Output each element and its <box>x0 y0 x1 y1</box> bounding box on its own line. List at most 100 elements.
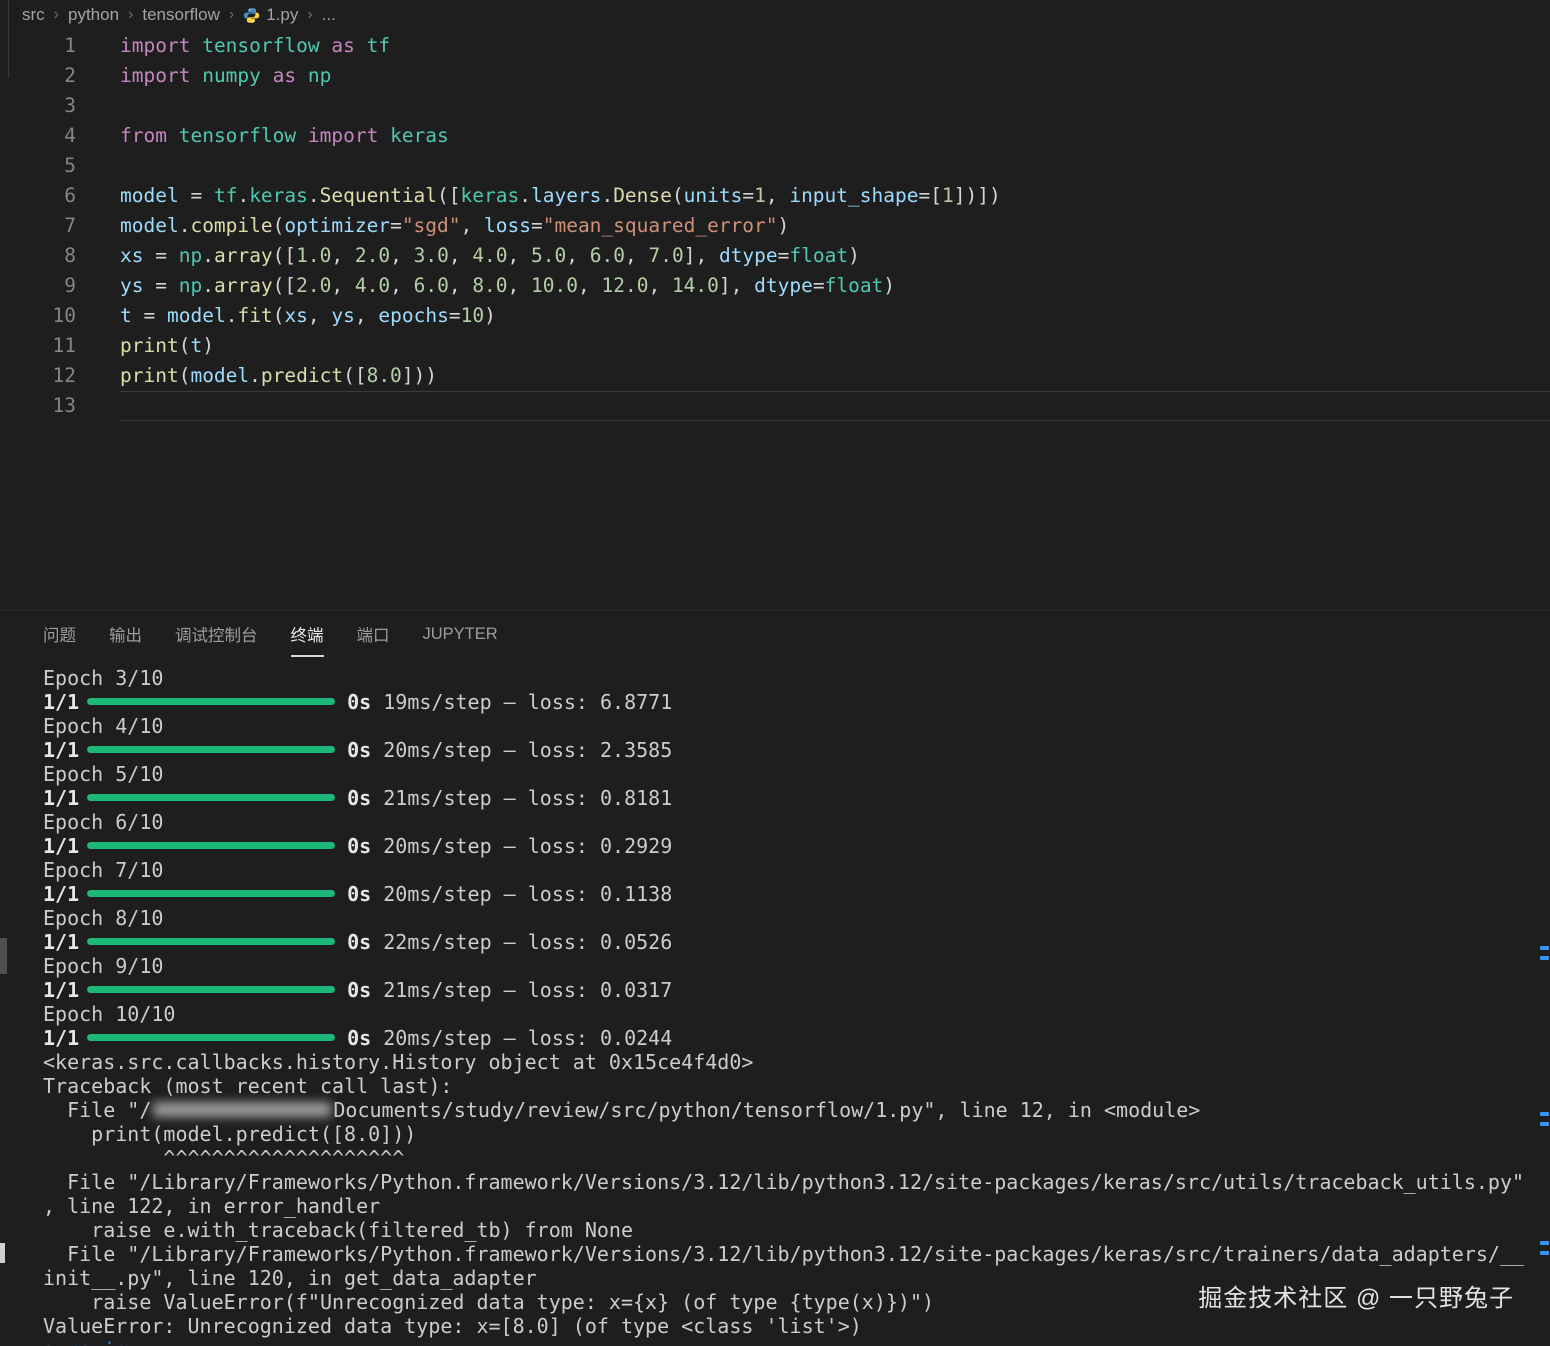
code-lines: 1import tensorflow as tf2import numpy as… <box>0 31 1550 421</box>
progress-stats: 20ms/step — loss: 0.2929 <box>371 834 672 858</box>
progress-stats: 20ms/step — loss: 0.0244 <box>371 1026 672 1050</box>
scrollbar-annotation <box>1540 956 1549 960</box>
vscode-window: src › python › tensorflow › 1.py ›... 1import t… <box>0 0 1550 1346</box>
line-number: 9 <box>0 271 76 301</box>
terminal-line: Epoch 4/10 <box>43 714 1550 738</box>
progress-bar <box>87 938 335 945</box>
terminal-line: , line 122, in error_handler <box>43 1194 1550 1218</box>
breadcrumb-label: src <box>22 5 45 25</box>
terminal-line: File "/Library/Frameworks/Python.framewo… <box>43 1242 1550 1266</box>
breadcrumb-item-python[interactable]: python <box>68 5 119 25</box>
terminal-line: ^^^^^^^^^^^^^^^^^^^^ <box>43 1146 1550 1170</box>
scrollbar-annotation <box>1540 1251 1549 1255</box>
code-line-13[interactable]: 13 <box>0 391 1550 421</box>
code-text: ys = np.array([2.0, 4.0, 6.0, 8.0, 10.0,… <box>120 271 1550 301</box>
code-line-2[interactable]: 2import numpy as np <box>0 61 1550 91</box>
python-icon <box>243 7 260 24</box>
progress-step-count: 1/1 <box>43 786 79 810</box>
progress-bar <box>87 986 335 993</box>
line-number: 3 <box>0 91 76 121</box>
panel-tab-output[interactable]: 输出 <box>109 611 142 657</box>
code-text <box>120 91 1550 121</box>
progress-stats: 22ms/step — loss: 0.0526 <box>371 930 672 954</box>
chevron-right-icon: › <box>229 6 234 24</box>
scrollbar-annotation <box>1540 1241 1549 1245</box>
line-number: 2 <box>0 61 76 91</box>
terminal-line: Epoch 9/10 <box>43 954 1550 978</box>
chevron-right-icon: › <box>128 6 133 24</box>
breadcrumb-item-1py[interactable]: 1.py <box>243 5 298 25</box>
progress-stats: 19ms/step — loss: 6.8771 <box>371 690 672 714</box>
progress-step-count: 1/1 <box>43 930 79 954</box>
code-line-8[interactable]: 8xs = np.array([1.0, 2.0, 3.0, 4.0, 5.0,… <box>0 241 1550 271</box>
code-text: print(model.predict([8.0])) <box>120 361 1550 391</box>
panel-tab-problems[interactable]: 问题 <box>43 611 76 657</box>
terminal-line: raise e.with_traceback(filtered_tb) from… <box>43 1218 1550 1242</box>
progress-stats: 20ms/step — loss: 2.3585 <box>371 738 672 762</box>
code-line-6[interactable]: 6 model = tf.keras.Sequential([keras.laye… <box>0 181 1550 211</box>
watermark: 掘金技术社区 @ 一只野兔子 <box>1198 1278 1514 1313</box>
code-line-11[interactable]: 11 print(t) <box>0 331 1550 361</box>
scrollbar-annotation <box>1540 1122 1549 1126</box>
bottom-panel: 问题输出调试控制台终端端口JUPYTER Epoch 3/101/10s 19m… <box>0 610 1550 1346</box>
breadcrumb-item-src[interactable]: src <box>22 5 45 25</box>
prompt-directory: review <box>67 1338 139 1346</box>
chevron-right-icon: › <box>54 6 59 24</box>
code-line-7[interactable]: 7model.compile(optimizer="sgd", loss="me… <box>0 211 1550 241</box>
line-number: 13 <box>0 391 76 421</box>
progress-time: 0s <box>347 786 371 810</box>
terminal-line: 1/1 0s 21ms/step — loss: 0.8181 <box>43 786 1550 810</box>
code-line-3[interactable]: 3 <box>0 91 1550 121</box>
breadcrumb-label: tensorflow <box>142 5 219 25</box>
line-number: 10 <box>0 301 76 331</box>
breadcrumb-item-[interactable]: ... <box>322 5 336 25</box>
code-line-10[interactable]: 10t = model.fit(xs, ys, epochs=10) <box>0 301 1550 331</box>
scrollbar-annotation <box>1540 946 1549 950</box>
progress-bar <box>87 1034 335 1041</box>
terminal-line: 1/10s 20ms/step — loss: 0.1138 <box>43 882 1550 906</box>
breadcrumb-item-tensorflow[interactable]: tensorflow <box>142 5 219 25</box>
breadcrumb-label: ... <box>322 5 336 25</box>
chevron-right-icon: › <box>307 6 312 24</box>
sidebar-edge-divider <box>8 0 9 78</box>
breadcrumb: src › python › tensorflow › 1.py ›... <box>22 0 336 30</box>
panel-tab-terminal[interactable]: 终端 <box>291 611 324 657</box>
scrollbar-annotation <box>1540 1112 1549 1116</box>
terminal-line: Epoch 7/10 <box>43 858 1550 882</box>
code-editor[interactable]: 1import tensorflow as tf2import numpy as… <box>0 31 1550 421</box>
terminal-line: print(model.predict([8.0])) <box>43 1122 1550 1146</box>
progress-bar <box>87 746 335 753</box>
progress-time: 0s <box>347 930 371 954</box>
panel-tab-ports[interactable]: 端口 <box>357 611 390 657</box>
code-line-9[interactable]: 9 ys = np.array([2.0, 4.0, 6.0, 8.0, 10.0… <box>0 271 1550 301</box>
line-number: 5 <box>0 151 76 181</box>
redacted-text <box>153 1102 331 1117</box>
terminal-output[interactable]: Epoch 3/101/10s 19ms/step — loss: 6.8771… <box>0 666 1550 1346</box>
progress-bar <box>87 794 335 801</box>
code-line-4[interactable]: 4from tensorflow import keras <box>0 121 1550 151</box>
code-text <box>120 151 1550 181</box>
panel-tabs: 问题输出调试控制台终端端口 JUPYTER <box>0 611 1550 657</box>
line-number: 6 <box>0 181 76 211</box>
code-line-12[interactable]: 12 print(model.predict([8.0])) <box>0 361 1550 391</box>
line-number: 4 <box>0 121 76 151</box>
terminal-line: Traceback (most recent call last): <box>43 1074 1550 1098</box>
terminal-line: <keras.src.callbacks.history.History obj… <box>43 1050 1550 1074</box>
panel-tab-jupyter[interactable]: JUPYTER <box>423 611 498 657</box>
code-line-1[interactable]: 1import tensorflow as tf <box>0 31 1550 61</box>
code-line-5[interactable]: 5 <box>0 151 1550 181</box>
code-text: model = tf.keras.Sequential([keras.layer… <box>120 181 1550 211</box>
progress-bar <box>87 890 335 897</box>
progress-bar <box>87 698 335 705</box>
progress-step-count: 1/1 <box>43 1026 79 1050</box>
line-number: 1 <box>0 31 76 61</box>
code-text: print(t) <box>120 331 1550 361</box>
panel-tab-debug-console[interactable]: 调试控制台 <box>175 611 258 657</box>
code-text <box>120 391 1550 421</box>
line-number: 11 <box>0 331 76 361</box>
line-number: 7 <box>0 211 76 241</box>
line-number: 12 <box>0 361 76 391</box>
progress-stats: 21ms/step — loss: 0.8181 <box>371 786 672 810</box>
progress-stats: 20ms/step — loss: 0.1138 <box>371 882 672 906</box>
line-number: 8 <box>0 241 76 271</box>
